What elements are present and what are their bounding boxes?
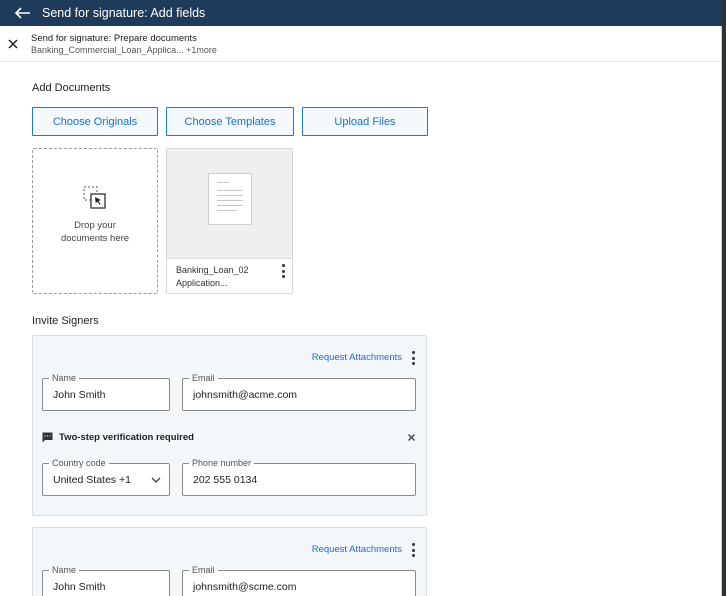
close-icon[interactable] (6, 37, 20, 51)
name-field-label: Name (49, 565, 80, 576)
email-field[interactable]: Email johnsmith@acme.com (182, 373, 416, 411)
request-attachments-link[interactable]: Request Attachments (312, 352, 402, 363)
drop-zone-text: Drop your documents here (60, 220, 130, 244)
email-field[interactable]: Email johnsmith@scme.com (182, 565, 416, 596)
choose-originals-button[interactable]: Choose Originals (32, 107, 158, 136)
two-step-verification: Two-step verification required (42, 432, 194, 443)
page-title: Send for signature: Add fields (42, 6, 206, 20)
country-code-value: United States +1 (53, 474, 131, 486)
email-field-label: Email (189, 565, 218, 576)
name-field[interactable]: Name John Smith (42, 373, 170, 411)
document-name: Banking_Loan_02 (176, 265, 249, 275)
document-page-icon (208, 173, 252, 225)
drop-zone[interactable]: Drop your documents here (32, 148, 158, 294)
country-code-label: Country code (49, 458, 109, 469)
document-thumbnail (167, 149, 292, 259)
invite-signers-heading: Invite Signers (32, 315, 99, 327)
name-field-value: John Smith (53, 581, 106, 593)
email-field-label: Email (189, 373, 218, 384)
remove-verification-icon[interactable] (407, 429, 416, 441)
document-names: Banking_Commercial_Loan_Applica... +1mor… (31, 45, 217, 55)
email-field-value: johnsmith@acme.com (193, 389, 298, 401)
request-attachments-link[interactable]: Request Attachments (312, 544, 402, 555)
upload-files-button[interactable]: Upload Files (302, 107, 428, 136)
name-field-label: Name (49, 373, 80, 384)
phone-number-value: 202 555 0134 (193, 474, 258, 486)
document-name-cont: Application... (176, 278, 228, 288)
add-documents-heading: Add Documents (32, 82, 111, 94)
signer-more-icon[interactable] (410, 543, 416, 557)
name-field-value: John Smith (53, 389, 106, 401)
sub-header: Send for signature: Prepare documents Ba… (0, 26, 722, 62)
phone-number-field[interactable]: Phone number 202 555 0134 (182, 458, 416, 496)
drag-drop-icon (82, 185, 108, 211)
name-field[interactable]: Name John Smith (42, 565, 170, 596)
signer-more-icon[interactable] (410, 351, 416, 365)
choose-templates-button[interactable]: Choose Templates (166, 107, 294, 136)
top-bar: Send for signature: Add fields (0, 0, 722, 26)
signer-card: Request Attachments Name John Smith Emai… (32, 527, 427, 596)
document-more-icon[interactable] (280, 264, 286, 278)
workflow-step-title: Send for signature: Prepare documents (31, 33, 197, 44)
document-card[interactable]: Banking_Loan_02 Application... (166, 148, 293, 294)
phone-number-label: Phone number (189, 458, 255, 469)
signer-card: Request Attachments Name John Smith Emai… (32, 335, 427, 516)
email-field-value: johnsmith@scme.com (193, 581, 297, 593)
window-edge (722, 0, 726, 596)
chevron-down-icon (151, 477, 161, 483)
message-icon (42, 432, 53, 443)
country-code-select[interactable]: Country code United States +1 (42, 458, 170, 496)
back-arrow-icon[interactable] (15, 0, 35, 26)
